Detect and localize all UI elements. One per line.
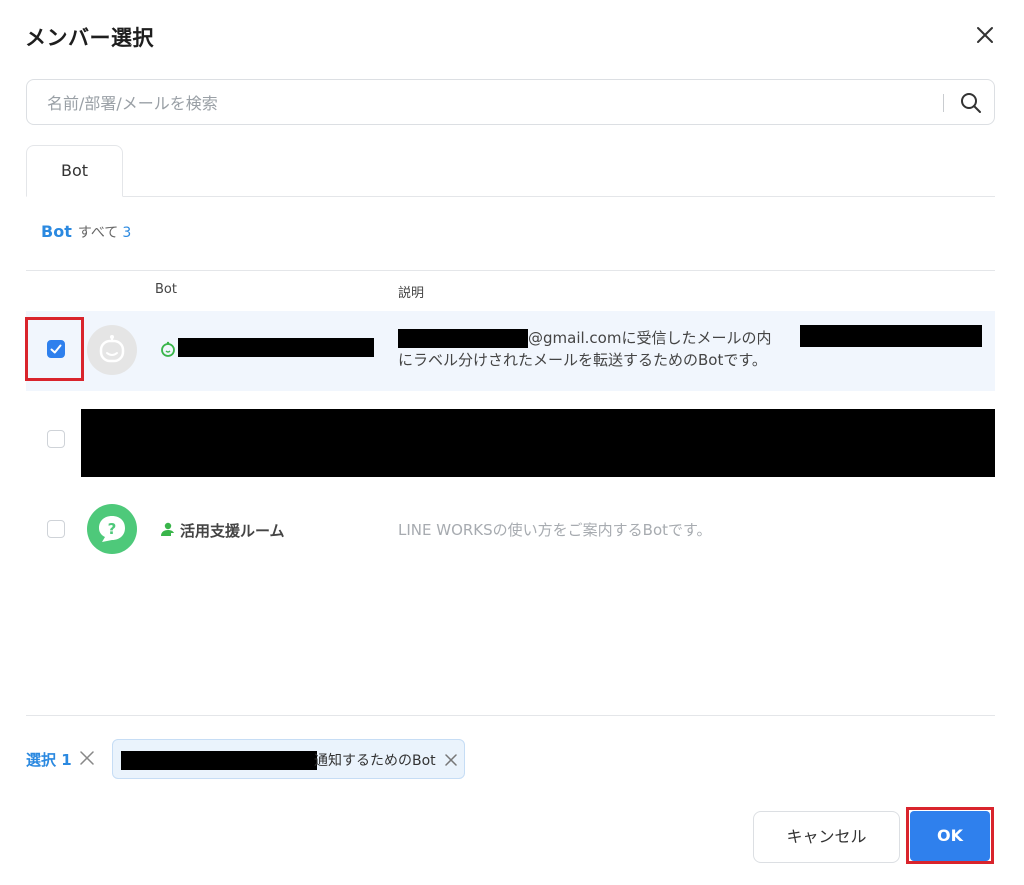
column-header-description: 説明 [398, 286, 425, 301]
table-row[interactable]: @gmail.comに受信したメールの内 にラベル分けされたメールを転送するため… [26, 311, 995, 391]
redacted-chip-name [121, 751, 317, 770]
selection-count: 1 [61, 751, 72, 769]
selection-label: 選択 1 [26, 749, 72, 770]
table-row[interactable] [26, 391, 995, 483]
bot-description-line1: @gmail.comに受信したメールの内 [528, 329, 772, 347]
dialog-title: メンバー選択 [25, 26, 154, 50]
search-button[interactable] [957, 89, 985, 117]
close-icon [445, 754, 457, 766]
selection-label-text: 選択 [26, 751, 57, 769]
close-icon [80, 751, 94, 765]
bot-description-line2: にラベル分けされたメールを転送するためのBotです。 [398, 351, 767, 369]
search-icon [961, 93, 981, 113]
chip-text: 通知するためのBot [314, 753, 436, 769]
bot-avatar: ? [87, 504, 137, 554]
chip-remove-button[interactable] [443, 752, 459, 768]
redacted-label [800, 325, 982, 347]
search-divider [943, 94, 944, 112]
checkbox-highlight [25, 317, 84, 381]
bot-badge-icon [161, 341, 175, 357]
column-header-bot: Bot [155, 282, 177, 297]
help-glyph: ? [108, 520, 117, 538]
cancel-button[interactable]: キャンセル [753, 811, 900, 863]
filter-category[interactable]: Bot [41, 222, 72, 241]
clear-selection-button[interactable] [78, 749, 96, 767]
support-room-icon [161, 522, 174, 536]
row-checkbox[interactable] [47, 520, 65, 538]
ok-button-highlight [906, 807, 994, 864]
close-button[interactable] [970, 20, 1000, 50]
bot-face-icon [99, 335, 125, 363]
redacted-email [398, 329, 528, 348]
bot-avatar [87, 325, 137, 375]
bot-description: LINE WORKSの使い方をご案内するBotです。 [398, 521, 712, 539]
bot-name: 活用支援ルーム [180, 522, 285, 540]
row-checkbox[interactable] [47, 430, 65, 448]
footer-divider [26, 715, 995, 716]
redacted-name [178, 338, 374, 357]
filter-all[interactable]: すべて [78, 225, 118, 241]
redacted-row [81, 409, 995, 477]
search-input[interactable] [47, 90, 947, 116]
search-box [26, 79, 995, 125]
table-header: Bot 説明 [26, 270, 995, 311]
tabbar-divider [26, 196, 995, 197]
tab-bot[interactable]: Bot [26, 145, 123, 197]
selected-chip: 通知するためのBot [112, 739, 465, 779]
table-row[interactable]: ? 活用支援ルーム LINE WORKSの使い方をご案内するBotです。 [26, 483, 995, 573]
filter-count: 3 [122, 225, 132, 241]
category-filter: Bot すべて 3 [41, 222, 131, 242]
help-bubble-icon: ? [99, 516, 125, 542]
close-icon [977, 27, 993, 43]
